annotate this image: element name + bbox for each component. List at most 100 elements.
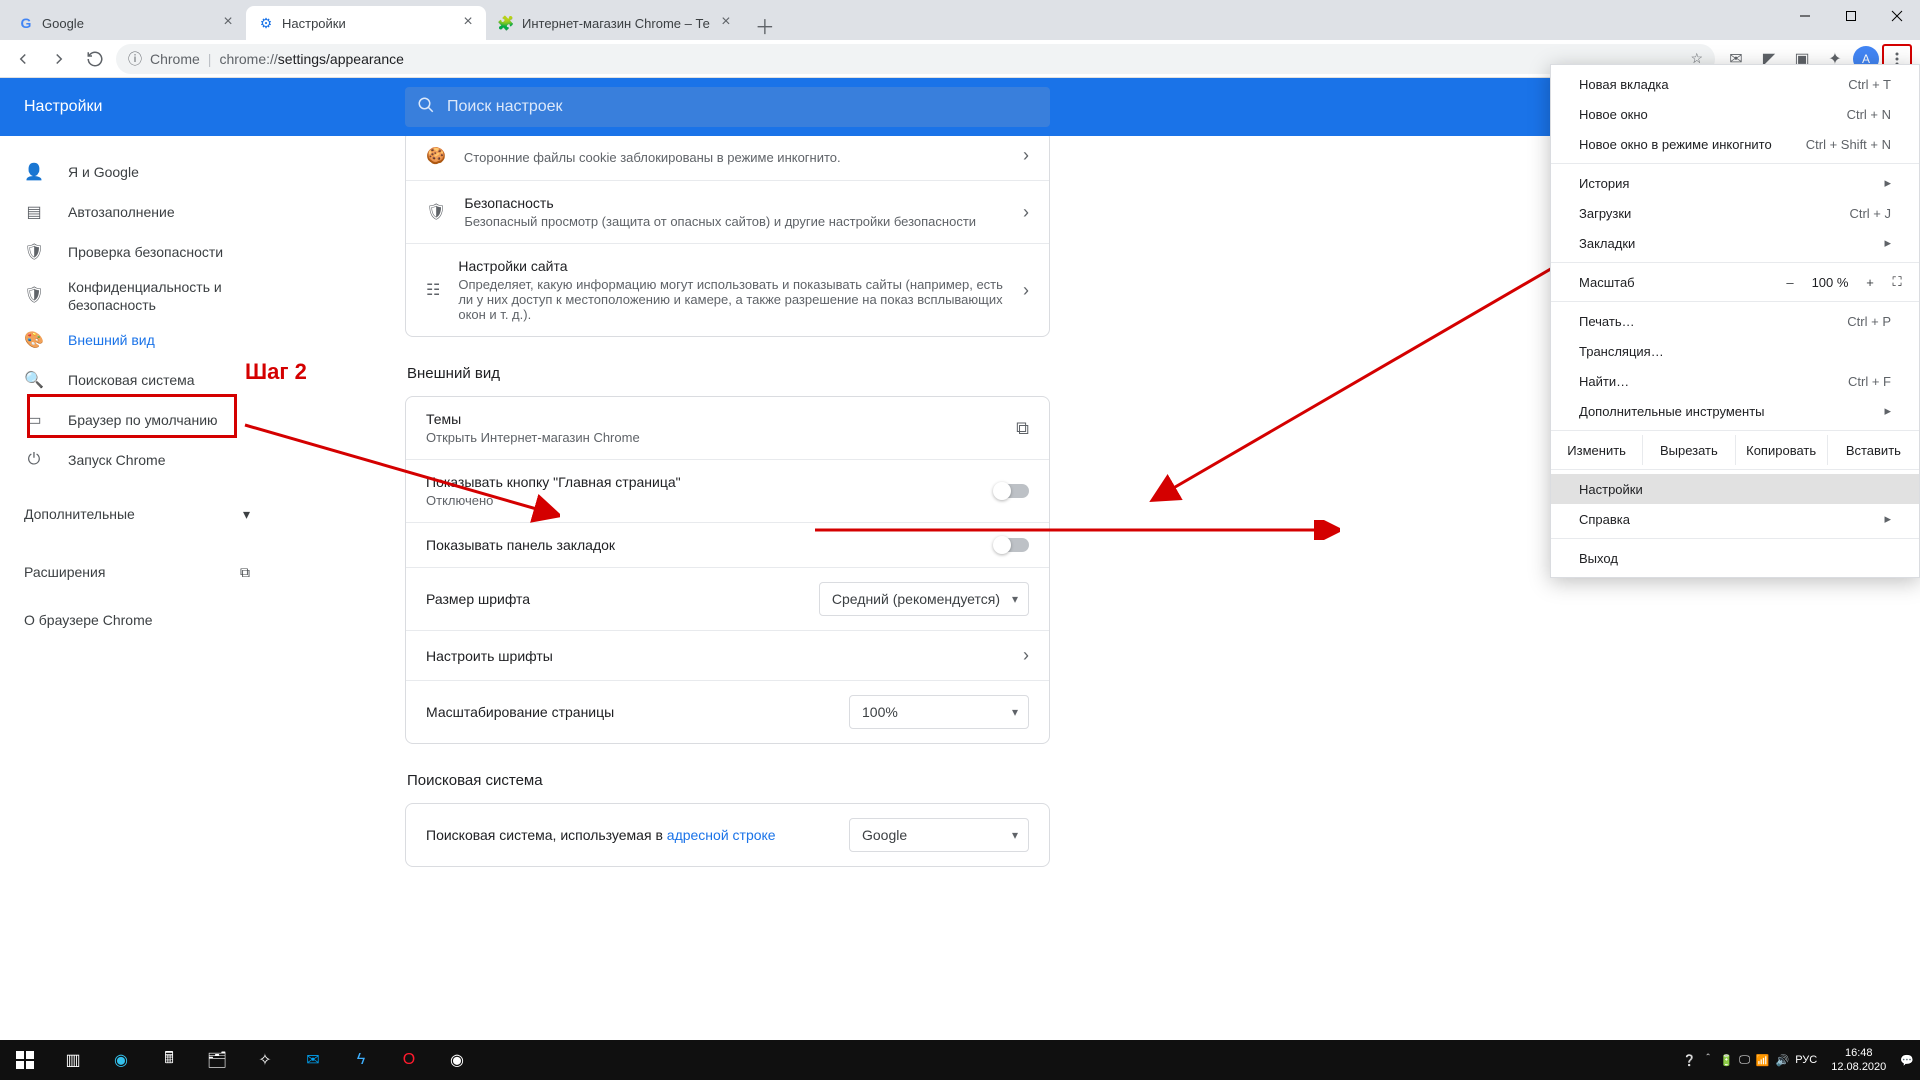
menu-zoom: Масштаб – 100 % + ⛶ [1551, 267, 1919, 297]
menu-separator [1551, 301, 1919, 302]
menu-find[interactable]: Найти…Ctrl + F [1551, 366, 1919, 396]
menu-edit-label: Изменить [1551, 435, 1643, 465]
taskbar-edge[interactable]: ◉ [98, 1040, 144, 1080]
menu-item-label: Новая вкладка [1579, 77, 1669, 92]
menu-shortcut: Ctrl + Shift + N [1806, 137, 1891, 152]
sidebar-item-privacy[interactable]: 🛡Конфиденциальность и безопасность [0, 272, 266, 320]
menu-shortcut: Ctrl + J [1849, 206, 1891, 221]
taskbar-dropbox[interactable]: ✧ [242, 1040, 288, 1080]
menu-shortcut: Ctrl + N [1847, 107, 1891, 122]
taskbar-file-explorer[interactable]: 🗂 [194, 1040, 240, 1080]
row-site-settings[interactable]: ☷ Настройки сайтаОпределяет, какую инфор… [406, 243, 1049, 336]
menu-history[interactable]: История▸ [1551, 168, 1919, 198]
zoom-in-button[interactable]: + [1855, 275, 1885, 290]
close-icon[interactable]: × [460, 15, 476, 31]
chevron-right-icon: › [1023, 280, 1029, 301]
start-button[interactable] [2, 1040, 48, 1080]
row-customize-fonts[interactable]: Настроить шрифты › [406, 630, 1049, 680]
row-title: Масштабирование страницы [426, 704, 831, 720]
address-bar[interactable]: ⓘ Chrome | chrome://settings/appearance … [116, 44, 1715, 74]
tray-help-icon[interactable]: ❔ [1683, 1054, 1697, 1067]
menu-more-tools[interactable]: Дополнительные инструменты▸ [1551, 396, 1919, 426]
sidebar-about-chrome[interactable]: О браузере Chrome [0, 600, 280, 640]
toggle-bookmarks-bar[interactable] [995, 538, 1029, 552]
taskbar-app[interactable]: ϟ [338, 1040, 384, 1080]
menu-help[interactable]: Справка▸ [1551, 504, 1919, 534]
tray-monitor-icon[interactable]: 🖵 [1739, 1054, 1750, 1067]
address-bar-link[interactable]: адресной строке [667, 827, 776, 843]
menu-item-label: Масштаб [1579, 275, 1775, 290]
sidebar-advanced[interactable]: Дополнительные▾ [0, 494, 280, 534]
menu-cast[interactable]: Трансляция… [1551, 336, 1919, 366]
sidebar-item-default-browser[interactable]: ▭Браузер по умолчанию [0, 400, 266, 440]
new-tab-button[interactable]: ＋ [750, 10, 780, 40]
menu-settings[interactable]: Настройки [1551, 474, 1919, 504]
taskbar-chrome[interactable]: ◉ [434, 1040, 480, 1080]
row-themes[interactable]: ТемыОткрыть Интернет-магазин Chrome ⧉ [406, 397, 1049, 459]
menu-new-window[interactable]: Новое окноCtrl + N [1551, 99, 1919, 129]
tray-time: 16:48 [1831, 1046, 1886, 1060]
minimize-button[interactable] [1782, 0, 1828, 32]
tray-clock[interactable]: 16:48 12.08.2020 [1823, 1046, 1894, 1074]
row-title: Показывать панель закладок [426, 537, 977, 553]
tray-battery-icon[interactable]: 🔋 [1719, 1054, 1733, 1067]
tray-notifications-icon[interactable]: 💬 [1900, 1054, 1914, 1067]
sidebar-item-search-engine[interactable]: 🔍Поисковая система [0, 360, 266, 400]
tab-strip: G Google × ⚙ Настройки × 🧩 Интернет-мага… [0, 0, 1920, 40]
close-icon[interactable]: × [220, 15, 236, 31]
tray-chevron-up-icon[interactable]: ＾ [1702, 1052, 1713, 1068]
menu-item-label: Настройки [1579, 482, 1643, 497]
chevron-right-icon: ▸ [1884, 235, 1891, 251]
menu-downloads[interactable]: ЗагрузкиCtrl + J [1551, 198, 1919, 228]
tray-wifi-icon[interactable]: 📶 [1756, 1054, 1770, 1067]
menu-copy[interactable]: Копировать [1736, 435, 1828, 465]
sidebar-item-label: Запуск Chrome [68, 452, 165, 468]
select-font-size[interactable]: Средний (рекомендуется) [819, 582, 1029, 616]
menu-item-label: Печать… [1579, 314, 1635, 329]
row-show-home-button: Показывать кнопку "Главная страница"Откл… [406, 459, 1049, 522]
toggle-home-button[interactable] [995, 484, 1029, 498]
select-page-zoom[interactable]: 100% [849, 695, 1029, 729]
taskbar-mail[interactable]: ✉ [290, 1040, 336, 1080]
row-title: Безопасность [464, 195, 1005, 211]
menu-exit[interactable]: Выход [1551, 543, 1919, 573]
sidebar-item-autofill[interactable]: ▤Автозаполнение [0, 192, 266, 232]
tray-language[interactable]: РУС [1795, 1054, 1817, 1066]
chevron-right-icon: › [1023, 145, 1029, 166]
taskbar-opera[interactable]: O [386, 1040, 432, 1080]
maximize-button[interactable] [1828, 0, 1874, 32]
reload-button[interactable] [80, 44, 110, 74]
taskbar-calculator[interactable]: 🖩 [146, 1040, 192, 1080]
menu-new-tab[interactable]: Новая вкладкаCtrl + T [1551, 69, 1919, 99]
tab-webstore[interactable]: 🧩 Интернет-магазин Chrome – Те × [486, 6, 744, 40]
menu-paste[interactable]: Вставить [1828, 435, 1919, 465]
gear-favicon: ⚙ [258, 15, 274, 31]
row-cookies[interactable]: 🍪 Сторонние файлы cookie заблокированы в… [406, 136, 1049, 180]
forward-button[interactable] [44, 44, 74, 74]
settings-search[interactable]: Поиск настроек [405, 87, 1050, 127]
tray-sound-icon[interactable]: 🔊 [1776, 1054, 1790, 1067]
tab-settings[interactable]: ⚙ Настройки × [246, 6, 486, 40]
zoom-out-button[interactable]: – [1775, 275, 1805, 290]
row-title: Размер шрифта [426, 591, 801, 607]
sidebar-item-appearance[interactable]: 🎨Внешний вид [0, 320, 266, 360]
close-window-button[interactable] [1874, 0, 1920, 32]
select-search-engine[interactable]: Google [849, 818, 1029, 852]
menu-cut[interactable]: Вырезать [1643, 435, 1735, 465]
site-info-icon[interactable]: ⓘ [128, 49, 142, 69]
settings-sidebar: 👤Я и Google ▤Автозаполнение 🛡Проверка бе… [0, 136, 280, 1040]
menu-bookmarks[interactable]: Закладки▸ [1551, 228, 1919, 258]
sidebar-item-you-and-google[interactable]: 👤Я и Google [0, 152, 266, 192]
back-button[interactable] [8, 44, 38, 74]
sidebar-extensions[interactable]: Расширения⧉ [0, 552, 280, 592]
tab-google[interactable]: G Google × [6, 6, 246, 40]
task-view-button[interactable]: ▥ [50, 1040, 96, 1080]
select-value: Google [862, 827, 907, 843]
row-security[interactable]: 🛡 БезопасностьБезопасный просмотр (защит… [406, 180, 1049, 243]
sidebar-item-safety-check[interactable]: 🛡Проверка безопасности [0, 232, 266, 272]
fullscreen-button[interactable]: ⛶ [1885, 274, 1909, 290]
menu-print[interactable]: Печать…Ctrl + P [1551, 306, 1919, 336]
sidebar-item-on-startup[interactable]: ⏻Запуск Chrome [0, 440, 266, 480]
menu-incognito[interactable]: Новое окно в режиме инкогнитоCtrl + Shif… [1551, 129, 1919, 159]
close-icon[interactable]: × [718, 15, 734, 31]
